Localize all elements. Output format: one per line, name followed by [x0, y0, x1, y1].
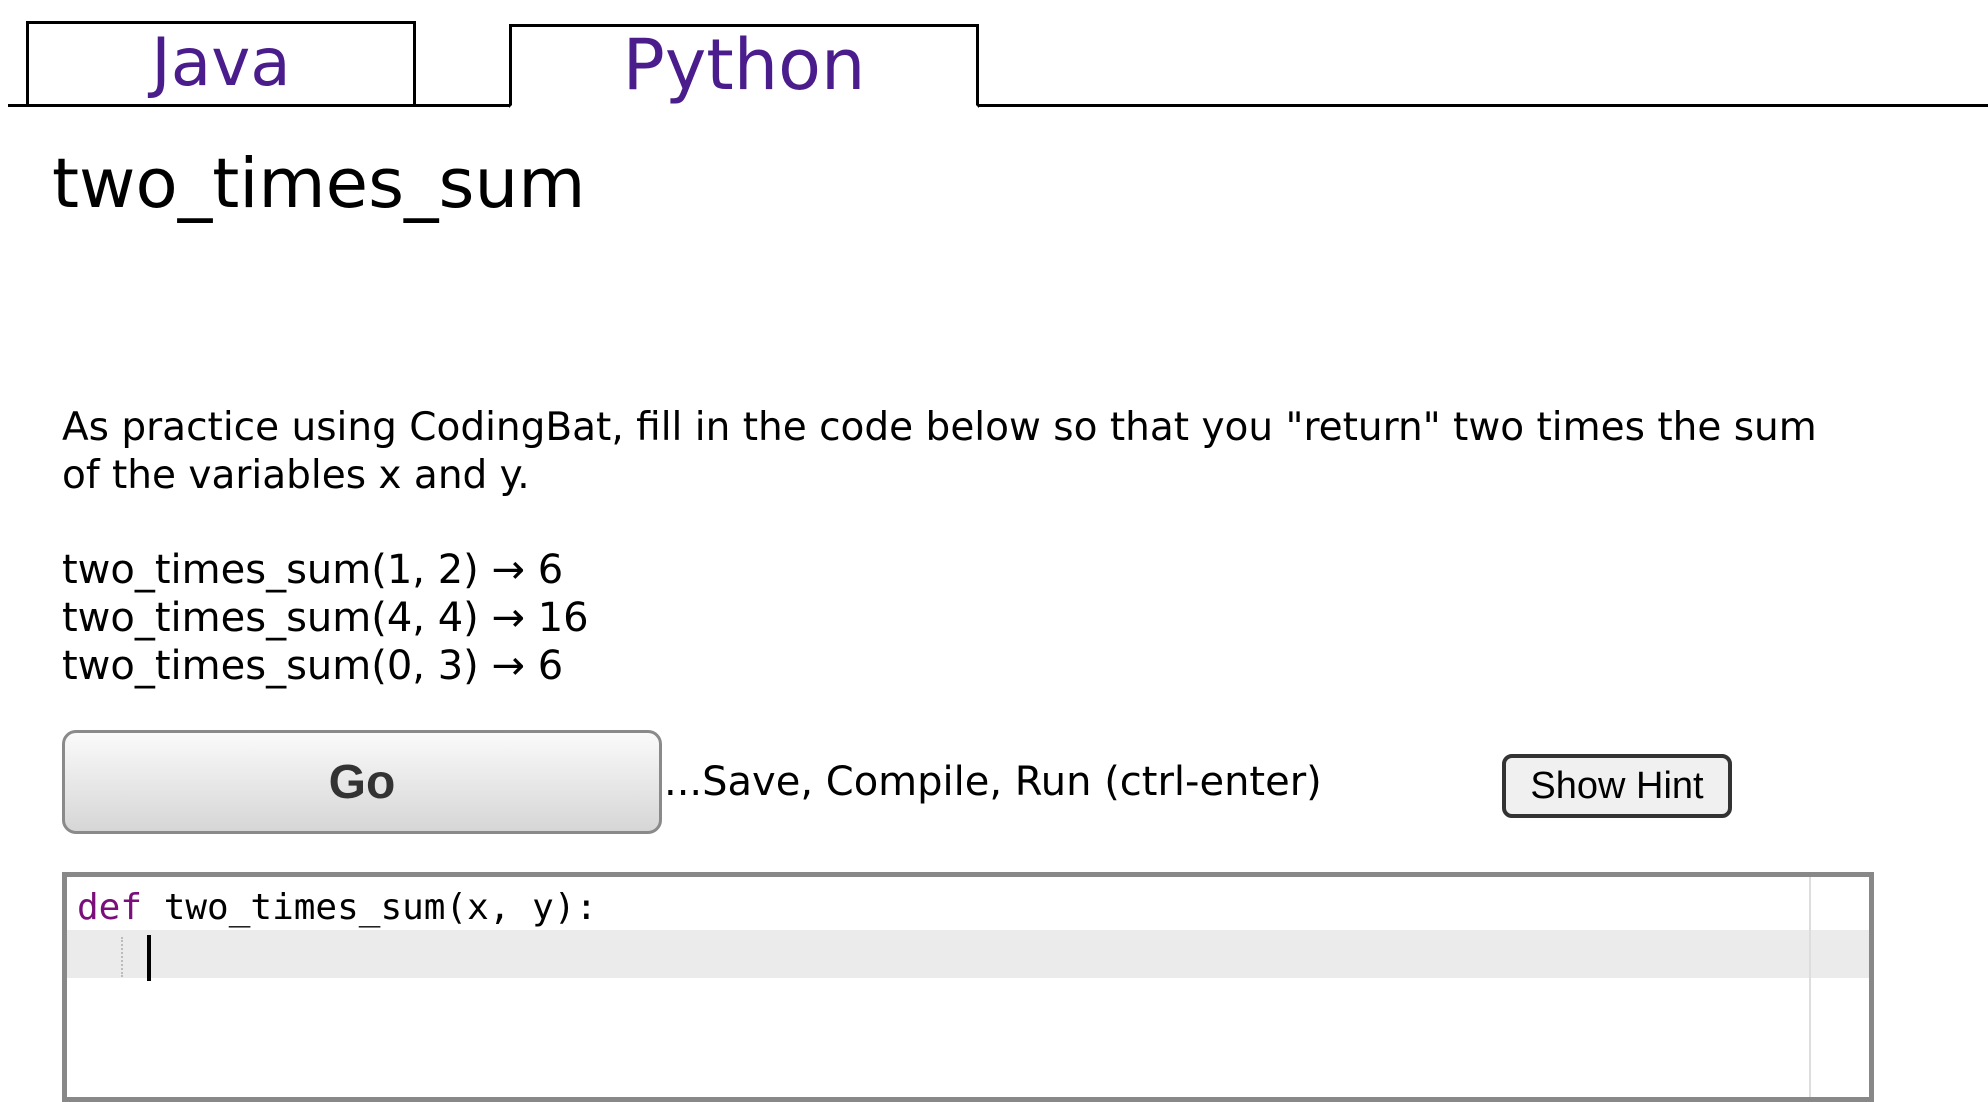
code-editor[interactable]: def two_times_sum(x, y):: [62, 872, 1874, 1102]
example-item: two_times_sum(0, 3) → 6: [62, 643, 564, 689]
go-caption: ...Save, Compile, Run (ctrl-enter): [664, 759, 1322, 805]
tab-python[interactable]: Python: [509, 24, 979, 108]
print-margin: [1809, 877, 1811, 1097]
code-signature: two_times_sum(x, y):: [142, 887, 598, 928]
code-line-1: def two_times_sum(x, y):: [77, 885, 597, 931]
active-line-highlight: [67, 930, 1869, 978]
example-item: two_times_sum(1, 2) → 6: [62, 547, 564, 593]
go-button[interactable]: Go: [62, 730, 662, 834]
tab-python-label: Python: [622, 24, 866, 106]
text-cursor: [147, 935, 151, 981]
problem-description: As practice using CodingBat, fill in the…: [62, 405, 1817, 498]
example-item: two_times_sum(4, 4) → 16: [62, 595, 589, 641]
problem-title: two_times_sum: [52, 144, 586, 224]
code-keyword: def: [77, 887, 143, 928]
tab-java[interactable]: Java: [26, 21, 416, 104]
tab-bar-underline: [8, 104, 1988, 107]
show-hint-button[interactable]: Show Hint: [1502, 754, 1732, 818]
tab-java-label: Java: [151, 24, 291, 101]
examples-list: two_times_sum(1, 2) → 6 two_times_sum(4,…: [62, 546, 589, 690]
indent-guide: [121, 937, 123, 977]
